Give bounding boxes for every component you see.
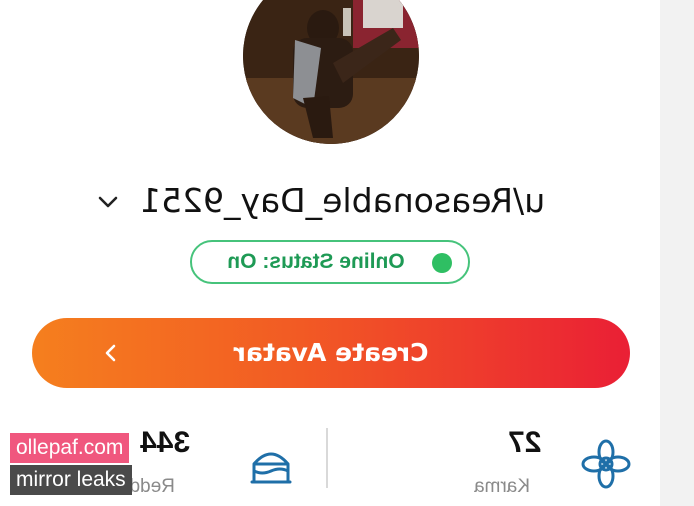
online-dot-icon	[432, 253, 452, 273]
create-avatar-label: Create Avatar	[233, 338, 429, 367]
cake-icon	[250, 452, 292, 484]
online-status-toggle[interactable]: Online Status: On	[190, 240, 470, 284]
scroll-gutter	[660, 0, 694, 506]
karma-value: 27	[508, 426, 542, 459]
username-row[interactable]: u/Reasonable_Day_9251	[0, 176, 694, 226]
chevron-left-icon	[105, 344, 116, 362]
chevron-down-icon[interactable]	[97, 191, 119, 213]
karma-label: Karma	[474, 476, 530, 497]
profile-screen: u/Reasonable_Day_9251 Online Status: On …	[0, 0, 694, 506]
watermark-line-1: ollepaf.com	[10, 433, 130, 463]
stats-divider	[326, 428, 328, 488]
flower-icon	[581, 439, 631, 489]
watermark: ollepaf.com mirror leaks	[10, 433, 150, 495]
create-avatar-button[interactable]: Create Avatar	[32, 318, 630, 388]
online-status-label: Online Status: On	[227, 250, 405, 273]
profile-avatar[interactable]	[243, 0, 419, 144]
watermark-line-2: mirror leaks	[10, 465, 132, 495]
avatar-illustration	[243, 0, 419, 144]
username-label: u/Reasonable_Day_9251	[140, 181, 546, 220]
